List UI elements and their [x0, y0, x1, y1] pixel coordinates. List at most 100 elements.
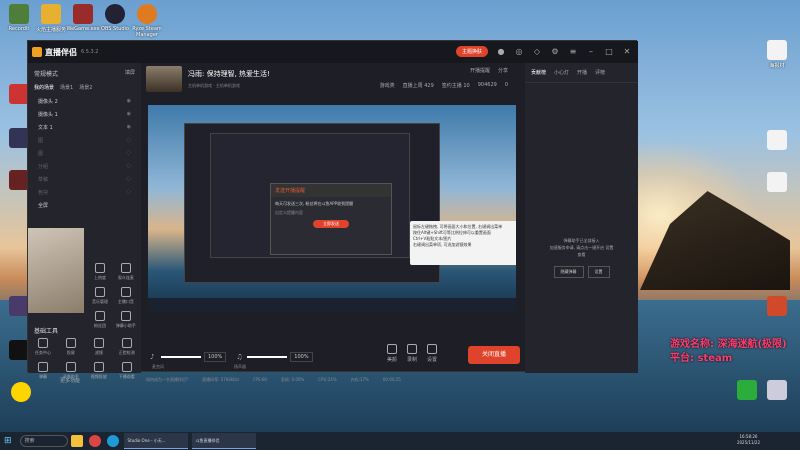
tab-scene-1[interactable]: 场景1: [60, 84, 73, 91]
eye-icon[interactable]: ◉: [127, 111, 131, 118]
gear-icon: [426, 344, 437, 354]
send-now-button[interactable]: 立即发送: [313, 220, 349, 228]
record-button[interactable]: 录制: [406, 344, 417, 363]
filter-icon: [93, 338, 104, 348]
mic-icon[interactable]: ♪: [150, 353, 158, 361]
taskbar-app-explorer[interactable]: [70, 435, 83, 447]
desktop-icon-recordit[interactable]: Recordit: [2, 4, 36, 32]
room-title[interactable]: 冯雨: 保持理智, 热爱生活!: [188, 69, 270, 79]
eye-icon[interactable]: ◉: [127, 124, 131, 131]
stat-sign: 签约主播 10: [441, 83, 470, 89]
close-live-button[interactable]: 关闭直播: [468, 346, 520, 364]
settings-button[interactable]: 设置: [426, 344, 437, 363]
desktop-icon-top-2[interactable]: OBS Studio: [98, 4, 132, 32]
desktop-icon-right-3[interactable]: [760, 296, 794, 318]
barrage-settings-button[interactable]: 设置: [587, 266, 610, 278]
maximize-icon[interactable]: □: [604, 47, 614, 57]
desktop-icon-top-0[interactable]: 火焰主播服务: [34, 4, 68, 33]
desktop-icon-wechat[interactable]: [730, 380, 764, 402]
streamer-avatar[interactable]: [146, 66, 182, 92]
desktop-icon-right-1[interactable]: [760, 130, 794, 152]
tool-accent[interactable]: 主播口音: [114, 287, 138, 305]
fill-screen-toggle[interactable]: 填屏: [125, 69, 135, 78]
tab-start[interactable]: 开播: [577, 69, 587, 76]
scene-item[interactable]: 摄像头 2 ◉: [28, 95, 141, 108]
minimize-icon[interactable]: –: [586, 47, 596, 57]
room-category[interactable]: 主机单机游戏 · 主机单机游戏: [188, 83, 270, 89]
close-icon[interactable]: ✕: [622, 47, 632, 57]
desktop-icon-top-1[interactable]: WeGame.exe: [66, 4, 100, 32]
help-link[interactable]: 如何成为一名直播伴侣?: [146, 377, 188, 387]
scene-item[interactable]: 图 ◌: [28, 147, 141, 160]
taskbar-app-chrome[interactable]: [88, 435, 101, 447]
search-box[interactable]: 搜索: [19, 435, 68, 447]
menu-icon[interactable]: ≡: [568, 47, 578, 57]
mic-volume[interactable]: 100%: [204, 352, 227, 362]
eye-off-icon[interactable]: ◌: [127, 137, 131, 144]
basic-tool[interactable]: 任务中心: [30, 338, 56, 356]
taskbar-clock[interactable]: 16:58:26 2025/11/22: [737, 434, 760, 446]
tool-link-mic[interactable]: 观众连麦: [114, 263, 138, 281]
basic-tool[interactable]: 视频投放: [86, 362, 112, 380]
gift-icon[interactable]: ◇: [532, 47, 542, 57]
stat-rank: 直播上周 429: [402, 83, 434, 89]
taskbar-app-edge[interactable]: [106, 435, 119, 447]
desktop-icon-right-4[interactable]: [760, 380, 794, 402]
tool-barrage[interactable]: 弹幕小助手: [114, 311, 138, 329]
eye-off-icon[interactable]: ◌: [127, 176, 131, 183]
desktop-icon-right-0[interactable]: 海报材: [760, 40, 794, 69]
scene-item[interactable]: 分组 ◌: [28, 160, 141, 173]
tool-heat[interactable]: 上热度: [88, 263, 112, 281]
tab-scene-2[interactable]: 场景2: [79, 84, 92, 91]
open-reminder-button[interactable]: 开播提醒: [470, 67, 490, 74]
eye-off-icon[interactable]: ◌: [127, 189, 131, 196]
taskbar-task-douyu[interactable]: 斗鱼直播伴侣: [191, 433, 256, 449]
scene-item[interactable]: 摄像头 1 ◉: [28, 108, 141, 121]
speaker-slider[interactable]: [247, 356, 288, 358]
basic-tool[interactable]: 正脸检测: [114, 338, 140, 356]
basic-tool[interactable]: 弹幕: [30, 362, 56, 380]
task-icon: [38, 338, 48, 348]
beauty-button[interactable]: 美颜: [386, 344, 397, 363]
scene-item[interactable]: 全屏: [28, 199, 141, 212]
tab-light[interactable]: 小心灯: [554, 69, 569, 76]
basic-tool[interactable]: 滤镜: [86, 338, 112, 356]
user-avatar-icon[interactable]: ●: [496, 47, 506, 57]
share-button[interactable]: 分享: [498, 67, 508, 74]
settings-icon[interactable]: ⚙: [550, 47, 560, 57]
tab-contribution[interactable]: 贡献榜: [531, 69, 546, 76]
group-icon: [95, 311, 105, 321]
speaker-icon[interactable]: ♫: [236, 353, 244, 361]
basic-tool[interactable]: 投屏: [58, 338, 84, 356]
tab-rank[interactable]: 评榜: [595, 69, 605, 76]
eye-off-icon[interactable]: ◌: [127, 150, 131, 157]
mic-slider[interactable]: [161, 356, 201, 358]
mode-select[interactable]: 常规模式: [34, 69, 58, 78]
dropped-frames: 丢帧: 0.00%: [280, 377, 305, 382]
tool-fans[interactable]: 粉丝团: [88, 311, 112, 329]
headset-icon[interactable]: ◎: [514, 47, 524, 57]
desktop-icon-top-3[interactable]: Ryze Steam Manager: [130, 4, 164, 38]
eye-off-icon[interactable]: ◌: [127, 163, 131, 170]
eye-icon[interactable]: ◉: [127, 98, 131, 105]
windows-taskbar: ⊞ 搜索 Studio One - 小天... 斗鱼直播伴侣 16:58:26 …: [0, 432, 800, 450]
scene-item[interactable]: 图 ◌: [28, 134, 141, 147]
scene-item[interactable]: 色块 ◌: [28, 186, 141, 199]
start-button[interactable]: ⊞: [0, 432, 16, 450]
basic-tool[interactable]: 下播观看: [114, 362, 140, 380]
app-name: 直播伴侣: [45, 47, 77, 57]
stream-preview[interactable]: 发送开播提醒 每天可发送三次, 粉丝将在斗鱼APP收到提醒 自定义提醒内容 立即…: [148, 105, 516, 312]
taskbar-task-studio-one[interactable]: Studio One - 小天...: [123, 433, 188, 449]
scene-item[interactable]: 草稿 ◌: [28, 173, 141, 186]
music-icon: [95, 287, 105, 297]
desktop-icon-right-2[interactable]: [760, 172, 794, 194]
theme-button[interactable]: 主题换肤: [455, 46, 488, 57]
hide-barrage-button[interactable]: 隐藏弹幕: [553, 266, 584, 278]
more-functions[interactable]: 更多功能: [60, 377, 80, 384]
speaker-volume[interactable]: 100%: [290, 352, 313, 362]
scene-item[interactable]: 文本 1 ◉: [28, 121, 141, 134]
tool-music[interactable]: 音乐管理: [88, 287, 112, 305]
record-icon: [65, 362, 76, 372]
fps: FPS:60: [253, 377, 267, 382]
tab-my-scenes[interactable]: 我的场景: [34, 84, 54, 91]
